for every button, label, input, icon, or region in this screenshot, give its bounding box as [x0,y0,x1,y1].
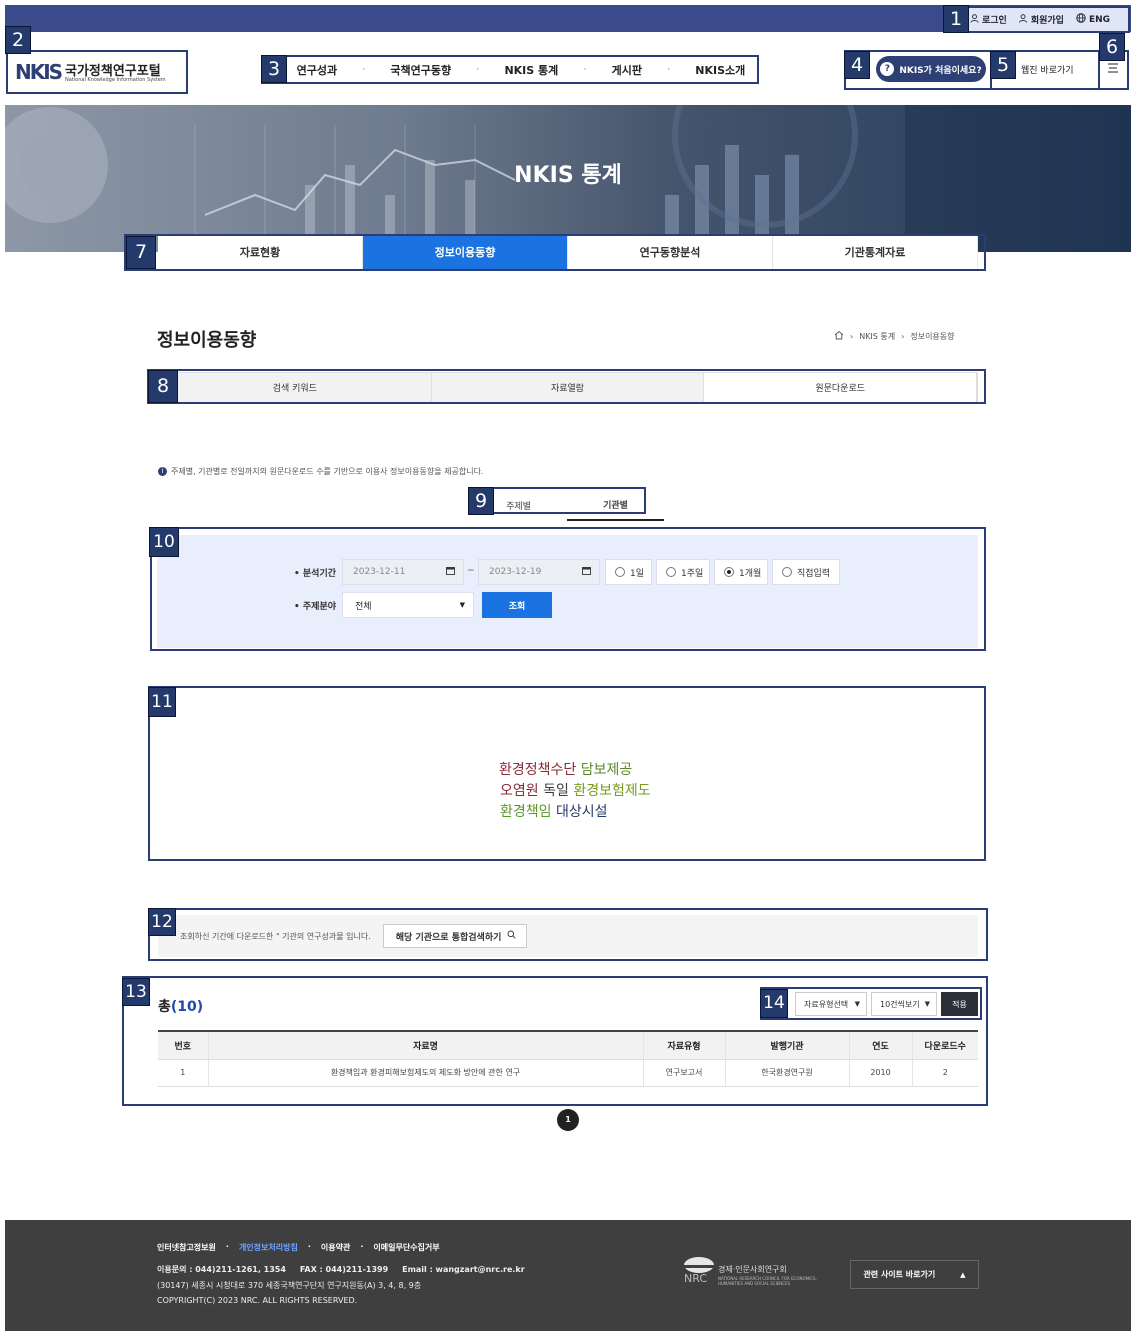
footer-link[interactable]: 인터넷참고정보원 [157,1242,216,1253]
footer-link[interactable]: 이용약관 [321,1242,350,1253]
annotation-badge-5: 5 [990,51,1016,79]
footer-link[interactable]: 이메일무단수집거부 [373,1242,439,1253]
nrc-name: 경제·인문사회연구회 [718,1265,787,1274]
nrc-name-en: NATIONAL RESEARCH COUNCIL FOR ECONOMICS,… [718,1276,817,1286]
annotation-badge-4: 4 [844,51,870,79]
nrc-logo[interactable]: NRC [683,1256,717,1289]
info-notice: i 주제별, 기관별로 전일까지의 원문다운로드 수를 기반으로 이용사 정보이… [158,466,483,477]
chevron-right-icon: › [850,331,854,341]
annotation-badge-11: 11 [148,687,176,717]
breadcrumb-level2[interactable]: 정보이용동향 [910,331,954,342]
annotation-box-12 [148,908,988,961]
annotation-badge-6: 6 [1099,33,1125,61]
annotation-box-3 [261,55,759,84]
annotation-badge-2: 2 [5,26,31,54]
page-title: 정보이용동향 [157,330,257,351]
caret-up-icon: ▲ [960,1270,966,1279]
footer-address: (30147) 세종시 시청대로 370 세종국책연구단지 연구지원동(A) 3… [157,1281,422,1290]
breadcrumb: › NKIS 통계 › 정보이용동향 [834,330,955,342]
annotation-box-14 [760,987,982,1020]
svg-text:NRC: NRC [684,1272,707,1285]
annotation-badge-13: 13 [122,978,150,1006]
footer: 인터넷참고정보원 · 개인정보처리방침 · 이용약관 · 이메일무단수집거부 이… [5,1220,1131,1331]
annotation-box-8 [147,369,986,404]
footer-link-privacy[interactable]: 개인정보처리방침 [239,1242,298,1253]
annotation-badge-10: 10 [149,527,179,557]
annotation-badge-14: 14 [760,989,788,1018]
annotation-badge-12: 12 [148,908,176,936]
annotation-box-7 [124,234,986,271]
info-icon: i [158,467,167,476]
annotation-box-10 [150,527,986,651]
annotation-box-1 [964,6,1130,33]
annotation-box-11 [148,686,986,861]
home-icon[interactable] [834,330,844,342]
pagination-page-1[interactable]: 1 [557,1109,579,1131]
annotation-badge-3: 3 [261,55,287,83]
hero-title: NKIS 통계 [514,163,622,188]
annotation-box-9 [468,487,646,514]
footer-copyright: COPYRIGHT(C) 2023 NRC. ALL RIGHTS RESERV… [157,1296,358,1305]
footer-links: 인터넷참고정보원 · 개인정보처리방침 · 이용약관 · 이메일무단수집거부 [157,1242,440,1253]
annotation-badge-1: 1 [943,5,969,33]
breadcrumb-level1[interactable]: NKIS 통계 [859,331,895,342]
chevron-right-icon: › [901,331,905,341]
annotation-badge-8: 8 [148,370,178,403]
annotation-badge-9: 9 [468,487,494,515]
annotation-box-2 [6,50,188,94]
annotation-badge-7: 7 [126,236,156,269]
footer-contact: 이용문의 : 044)211-1261, 1354 FAX : 044)211-… [157,1265,525,1274]
related-sites-dropdown[interactable]: 관련 사이트 바로가기 ▲ [850,1260,979,1289]
hero-banner: NKIS 통계 [5,105,1131,252]
